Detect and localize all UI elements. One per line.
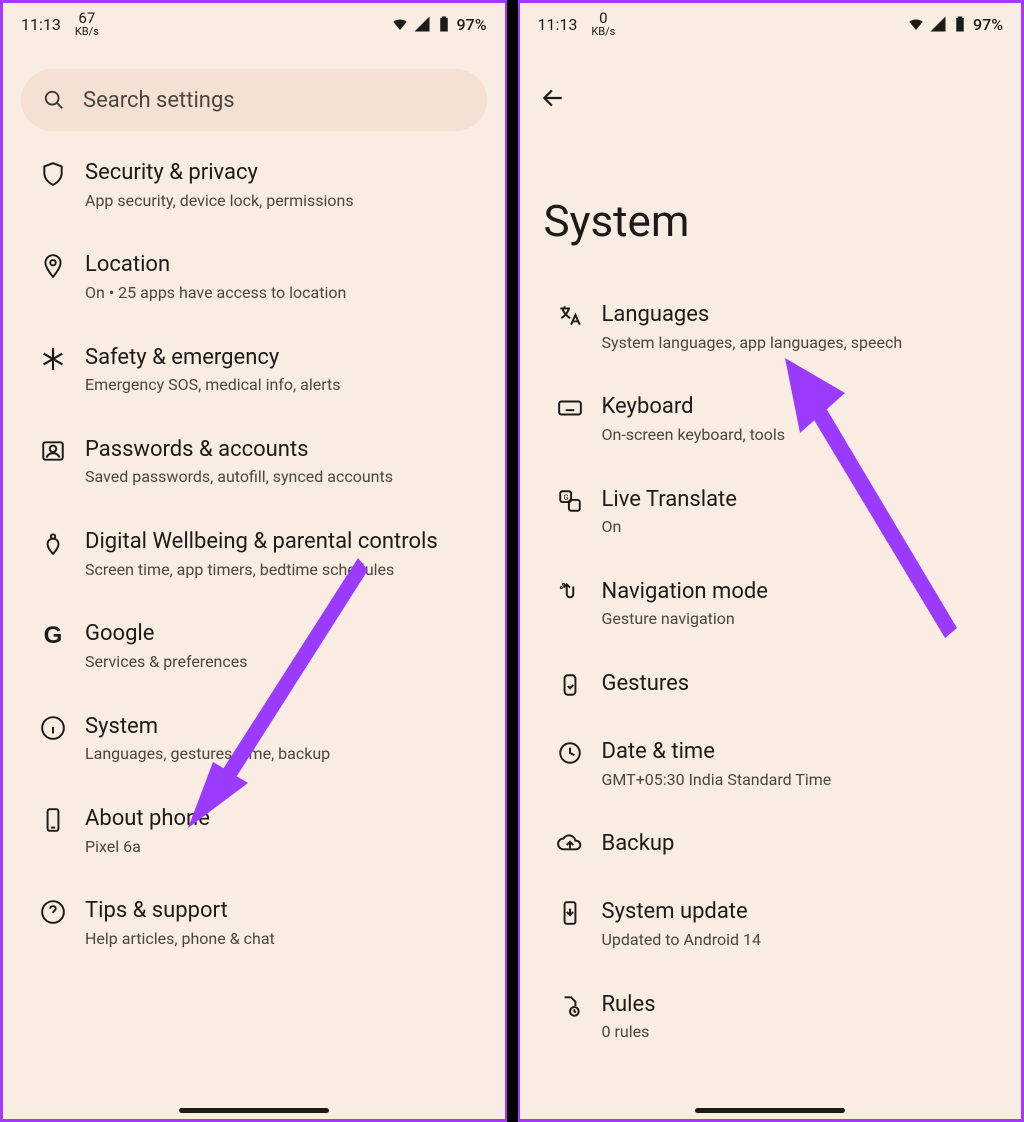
gtranslate-icon: G [557, 488, 583, 514]
wellbeing-icon [40, 530, 66, 556]
row-gestures[interactable]: Gestures [520, 650, 1022, 718]
row-tips-support[interactable]: Tips & support Help articles, phone & cha… [3, 877, 505, 969]
row-title: Live Translate [602, 486, 996, 514]
info-icon [40, 715, 66, 741]
navigation-handle[interactable] [179, 1108, 329, 1113]
row-sub: Gesture navigation [602, 609, 996, 630]
page-title: System [520, 115, 1022, 277]
row-title: Passwords & accounts [85, 436, 479, 464]
back-button[interactable] [520, 45, 1022, 115]
system-list: Languages System languages, app languages… [520, 277, 1022, 1119]
row-rules[interactable]: Rules 0 rules [520, 971, 1022, 1063]
row-languages[interactable]: Languages System languages, app languages… [520, 281, 1022, 373]
netspeed-indicator: 67 KB/s [75, 11, 99, 37]
row-title: Google [85, 620, 479, 648]
row-safety-emergency[interactable]: Safety & emergency Emergency SOS, medical… [3, 324, 505, 416]
asterisk-icon [40, 346, 66, 372]
row-live-translate[interactable]: G Live Translate On [520, 466, 1022, 558]
translate-icon [557, 303, 583, 329]
row-title: Date & time [602, 738, 996, 766]
search-placeholder: Search settings [83, 88, 235, 113]
row-location[interactable]: Location On • 25 apps have access to loca… [3, 231, 505, 323]
battery-icon [951, 15, 969, 33]
status-icons: 97% [907, 15, 1003, 34]
search-settings[interactable]: Search settings [21, 69, 487, 131]
clock-text: 11:13 [538, 15, 578, 34]
netspeed-indicator: 0 KB/s [591, 11, 615, 37]
row-navigation-mode[interactable]: Navigation mode Gesture navigation [520, 558, 1022, 650]
row-title: Digital Wellbeing & parental controls [85, 528, 479, 556]
row-title: Backup [602, 830, 996, 858]
row-title: About phone [85, 805, 479, 833]
row-title: Gestures [602, 670, 996, 698]
battery-icon [435, 15, 453, 33]
settings-list: Security & privacy App security, device l… [3, 135, 505, 1119]
backup-icon [557, 832, 583, 858]
row-title: System update [602, 898, 996, 926]
row-security-privacy[interactable]: Security & privacy App security, device l… [3, 139, 505, 231]
google-icon: G [44, 622, 63, 672]
wifi-icon [391, 15, 409, 33]
search-icon [43, 89, 65, 111]
account-icon [40, 438, 66, 464]
phone-icon [40, 807, 66, 833]
keyboard-icon [557, 395, 583, 421]
clock-text: 11:13 [21, 15, 61, 34]
row-sub: 0 rules [602, 1022, 996, 1043]
row-sub: Updated to Android 14 [602, 930, 996, 951]
row-title: Safety & emergency [85, 344, 479, 372]
signal-icon [413, 15, 431, 33]
row-title: Keyboard [602, 393, 996, 421]
shield-icon [40, 161, 66, 187]
row-title: Languages [602, 301, 996, 329]
row-about-phone[interactable]: About phone Pixel 6a [3, 785, 505, 877]
navigation-icon [557, 580, 583, 606]
row-sub: App security, device lock, permissions [85, 191, 479, 212]
status-bar: 11:13 67 KB/s 97% [3, 3, 505, 45]
clock-icon [557, 740, 583, 766]
svg-text:G: G [563, 493, 568, 502]
row-system-update[interactable]: System update Updated to Android 14 [520, 878, 1022, 970]
row-sub: On • 25 apps have access to location [85, 283, 479, 304]
row-sub: GMT+05:30 India Standard Time [602, 770, 996, 791]
status-icons: 97% [391, 15, 487, 34]
update-icon [557, 900, 583, 926]
row-google[interactable]: G Google Services & preferences [3, 600, 505, 692]
row-passwords-accounts[interactable]: Passwords & accounts Saved passwords, aut… [3, 416, 505, 508]
row-sub: Screen time, app timers, bedtime schedul… [85, 560, 479, 581]
battery-percent: 97% [973, 15, 1003, 34]
navigation-handle[interactable] [695, 1108, 845, 1113]
row-keyboard[interactable]: Keyboard On-screen keyboard, tools [520, 373, 1022, 465]
battery-percent: 97% [457, 15, 487, 34]
row-sub: System languages, app languages, speech [602, 333, 996, 354]
row-sub: Pixel 6a [85, 837, 479, 858]
row-title: Rules [602, 991, 996, 1019]
row-sub: On-screen keyboard, tools [602, 425, 996, 446]
row-system[interactable]: System Languages, gestures, time, backup [3, 693, 505, 785]
row-sub: Languages, gestures, time, backup [85, 744, 479, 765]
row-title: Tips & support [85, 897, 479, 925]
pin-icon [40, 253, 66, 279]
row-title: Navigation mode [602, 578, 996, 606]
settings-main-screen: 11:13 67 KB/s 97% Search settings Securi… [0, 0, 507, 1122]
row-title: Location [85, 251, 479, 279]
wifi-icon [907, 15, 925, 33]
row-sub: Emergency SOS, medical info, alerts [85, 375, 479, 396]
arrow-back-icon [540, 85, 566, 111]
row-title: Security & privacy [85, 159, 479, 187]
row-sub: On [602, 517, 996, 538]
signal-icon [929, 15, 947, 33]
row-sub: Saved passwords, autofill, synced accoun… [85, 467, 479, 488]
system-settings-screen: 11:13 0 KB/s 97% System Languages System … [518, 0, 1024, 1122]
status-bar: 11:13 0 KB/s 97% [520, 3, 1022, 45]
row-sub: Services & preferences [85, 652, 479, 673]
help-icon [40, 899, 66, 925]
row-date-time[interactable]: Date & time GMT+05:30 India Standard Time [520, 718, 1022, 810]
gestures-icon [557, 672, 583, 698]
rules-icon [557, 993, 583, 1019]
row-digital-wellbeing[interactable]: Digital Wellbeing & parental controls Scr… [3, 508, 505, 600]
row-backup[interactable]: Backup [520, 810, 1022, 878]
row-title: System [85, 713, 479, 741]
row-sub: Help articles, phone & chat [85, 929, 479, 950]
